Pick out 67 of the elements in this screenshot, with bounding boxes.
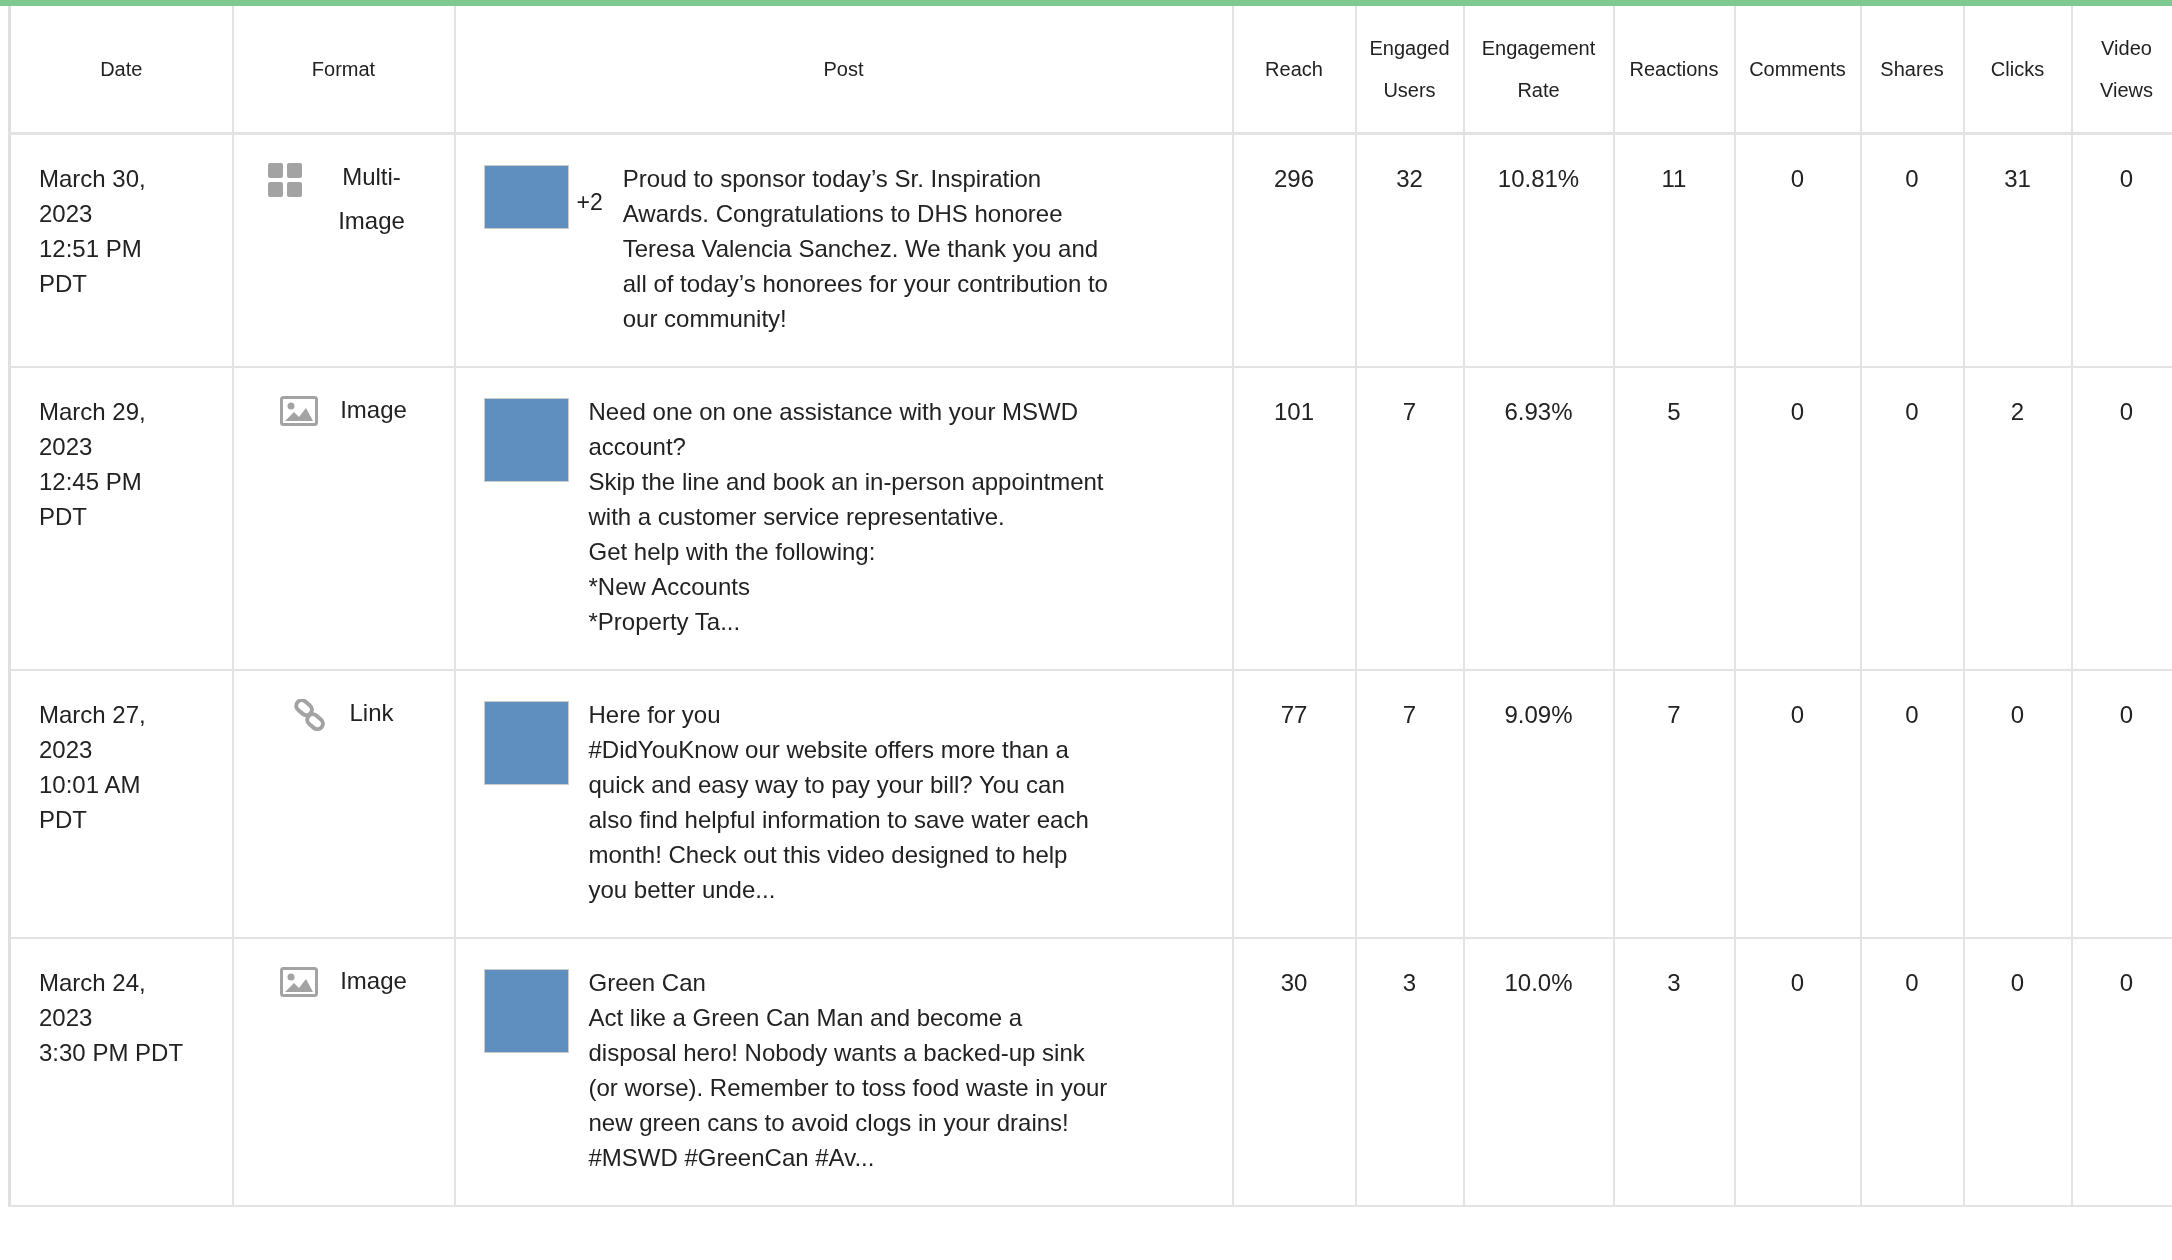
metric-value: 9.09% <box>1504 701 1573 728</box>
post-time: 10:01 AM PDT <box>39 770 142 835</box>
metric-value: 77 <box>1280 701 1308 728</box>
post-time: 12:51 PM PDT <box>39 234 143 299</box>
column-header[interactable]: Reach <box>1232 6 1356 134</box>
metric-value: 0 <box>2119 398 2134 425</box>
metric-value: 0 <box>2119 969 2134 996</box>
metric-value: 0 <box>1905 969 1919 996</box>
format-label: Link <box>349 698 394 728</box>
metric-value: 0 <box>1905 165 1919 192</box>
post-text: Need one on one assistance with your MSWD account? Skip the line and book an in-person appointment with a customer service representative. Get help with the following: *New Accounts *Property Ta... <box>588 397 1105 637</box>
metric-value: 101 <box>1273 398 1314 425</box>
column-header[interactable]: Comments <box>1734 6 1861 134</box>
post-date: March 30, 2023 <box>39 164 147 229</box>
photo-placeholder[interactable] <box>483 969 569 1053</box>
format-label: Image <box>340 966 407 996</box>
metric-value: 0 <box>2119 165 2134 192</box>
column-header[interactable]: Shares <box>1860 6 1964 134</box>
metric-value: 31 <box>2004 165 2031 192</box>
metric-value: 7 <box>1667 701 1681 728</box>
metric-value: 10.0% <box>1504 969 1573 996</box>
metric-value: 10.81% <box>1497 165 1580 192</box>
metric-value: 30 <box>1280 969 1308 996</box>
column-header[interactable]: Engagement Rate <box>1463 6 1614 134</box>
link-icon <box>293 699 328 731</box>
metric-value: 296 <box>1273 165 1314 192</box>
post-date: March 24, 2023 <box>39 968 147 1033</box>
metric-value: 11 <box>1661 165 1687 192</box>
metric-value: 0 <box>2010 701 2025 728</box>
column-header[interactable]: Clicks <box>1963 6 2072 134</box>
metric-value: 0 <box>1790 165 1805 192</box>
photo-placeholder[interactable] <box>483 165 569 229</box>
post-time: 12:45 PM PDT <box>39 467 143 532</box>
metric-value: 0 <box>1790 701 1805 728</box>
metric-value: 6.93% <box>1504 398 1573 425</box>
post-text: Proud to sponsor today’s Sr. Inspiration Awards. Congratulations to DHS honoree Teresa Valencia Sanchez. We thank you and all of today’s honorees for your contribution to our community! <box>622 164 1109 334</box>
column-header[interactable]: Date <box>9 6 233 134</box>
format-label: Image <box>340 395 407 425</box>
photo-placeholder[interactable] <box>483 701 569 785</box>
metric-value: 32 <box>1396 165 1423 192</box>
metric-value: 0 <box>1905 398 1919 425</box>
image-icon <box>280 967 319 997</box>
metric-value: 0 <box>1790 398 1805 425</box>
metric-value: 2 <box>2010 398 2025 425</box>
metric-value: 3 <box>1667 969 1681 996</box>
column-header[interactable]: Post <box>454 6 1233 134</box>
image-icon <box>280 396 319 426</box>
column-header[interactable]: Format <box>232 6 455 134</box>
metric-value: 0 <box>2119 701 2134 728</box>
post-text: Green Can Act like a Green Can Man and become a disposal hero! Nobody wants a backed-up sink (or worse). Remember to toss food waste in your new green cans to avoid clogs in your drains! #MSWD #GreenCan #Av... <box>588 968 1109 1173</box>
post-date: March 27, 2023 <box>39 700 147 765</box>
metric-value: 7 <box>1402 398 1417 425</box>
post-text: Here for you #DidYouKnow our website offers more than a quick and easy way to pay your bill? You can also find helpful information to save water each month! Check out this video designed to help you better unde... <box>588 700 1090 905</box>
extra-image-count: +2 <box>576 187 603 217</box>
metric-value: 3 <box>1402 969 1417 996</box>
metric-value: 0 <box>1905 701 1919 728</box>
column-header[interactable]: Reactions <box>1613 6 1735 134</box>
format-label: Multi-Image <box>337 162 406 236</box>
metric-value: 0 <box>2010 969 2025 996</box>
post-time: 3:30 PM PDT <box>39 1038 185 1068</box>
metric-value: 7 <box>1402 701 1417 728</box>
metric-value: 0 <box>1790 969 1805 996</box>
grid-icon <box>268 163 302 197</box>
post-date: March 29, 2023 <box>39 397 147 462</box>
photo-placeholder[interactable] <box>483 398 569 482</box>
column-header[interactable]: Engaged Users <box>1355 6 1464 134</box>
metric-value: 5 <box>1667 398 1681 425</box>
